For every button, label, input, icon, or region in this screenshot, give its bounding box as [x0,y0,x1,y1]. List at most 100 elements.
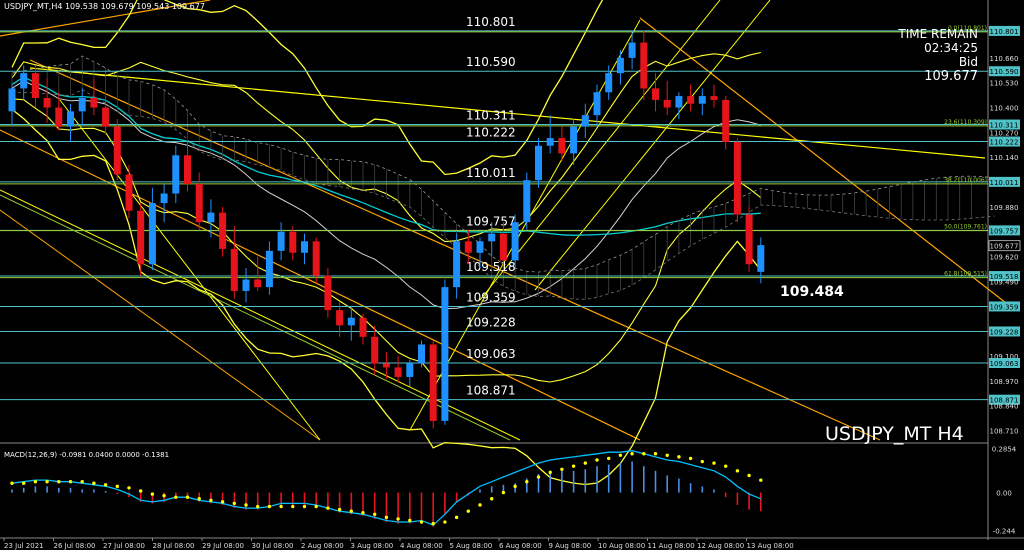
time-axis-label: 9 Aug 08:00 [549,542,592,550]
candle-bull [698,96,706,104]
candle-bull [616,57,624,74]
candle-bull [242,279,250,291]
candle-bull [8,88,16,112]
macd-signal-dot [314,504,318,509]
candle-bear [254,279,262,288]
macd-signal-dot [127,486,131,490]
macd-signal-dot [45,479,49,484]
time-axis-label: 3 Aug 08:00 [351,542,394,550]
level-label: 110.590 [466,55,516,69]
axis-tick-label: 110.400 [990,105,1019,113]
macd-signal-dot [454,515,459,520]
candle-bear [230,248,238,291]
bid-value: 109.677 [924,69,978,84]
level-label: 109.757 [466,214,516,228]
macd-signal-dot [478,503,482,507]
bid-label: Bid [959,55,978,69]
chart-watermark: USDJPY_MT H4 [825,423,964,445]
candle-bear [733,141,741,215]
candle-bull [148,203,156,265]
candle-bull [570,126,578,154]
candle-bear [102,107,110,127]
candle-bear [324,275,332,311]
fib-label: 50.0(109.761) [944,224,987,231]
macd-signal-dot [630,452,634,456]
macd-signal-dot [68,479,73,484]
candle-bear [663,99,671,108]
fib-label: 38.2(110.006) [944,177,987,184]
macd-signal-dot [209,498,213,503]
macd-signal-dot [291,504,295,509]
macd-signal-dot [22,481,26,485]
macd-signal-dot [139,489,143,493]
macd-signal-dot [607,456,611,461]
axis-tick-label: 110.270 [990,129,1019,137]
macd-signal-dot [92,481,96,485]
candle-bear [195,183,203,223]
axis-tick-label: 110.311 [990,122,1019,130]
candle-bull [207,212,215,223]
macd-signal-dot [677,455,681,459]
candle-bear [652,88,659,100]
macd-signal-dot [57,479,61,484]
macd-signal-dot [688,456,693,461]
axis-tick-label: 110.140 [990,154,1019,162]
macd-signal-dot [373,512,377,516]
macd-axis-label: 0.2854 [992,445,1017,453]
macd-signal-dot [302,504,307,509]
macd-signal-dot [244,503,248,507]
macd-signal-dot [279,504,283,509]
trend-line-down-3 [0,209,321,441]
candle-bull [453,241,461,288]
level-label: 110.801 [466,15,516,29]
candle-bear [336,310,344,326]
candle-bear [745,214,753,265]
macd-signal-dot [162,493,166,498]
band-upper-outer [11,0,604,176]
level-label: 110.011 [466,166,516,180]
candle-bull [593,92,601,116]
macd-signal-dot [759,478,763,482]
macd-signal-dot [408,518,412,523]
time-axis-label: 6 Aug 08:00 [499,542,542,550]
trend-line-down-1 [0,129,641,441]
candle-bull [605,73,613,93]
price-chart[interactable]: 110.801 110.590 110.311 110.222 110.011 109.7… [0,0,1024,550]
candle-bear [558,138,566,154]
macd-signal-dot [548,470,552,475]
level-label: 110.311 [466,109,516,123]
candle-bear [371,336,379,364]
macd-signal-dot [560,467,564,471]
level-label: 109.518 [466,260,516,274]
candle-bull [628,42,636,58]
macd-signal-dot [396,517,400,521]
candle-bear [687,96,695,104]
candle-bear [359,317,367,337]
macd-signal-dot [443,520,447,524]
macd-signal-dot [361,511,365,515]
candle-bear [219,212,227,249]
macd-signal-dot [115,484,120,489]
time-axis-label: 30 Jul 08:00 [252,542,294,550]
axis-tick-label: 109.359 [990,303,1019,311]
macd-signal-dot [337,507,342,512]
macd-signal-dot [419,520,424,524]
candle-bear [125,174,133,211]
candle-bull [511,222,519,261]
macd-signal-dot [232,501,236,506]
candle-bull [347,317,355,326]
axis-tick-label: 110.801 [990,28,1019,36]
time-axis-label: 13 Aug 08:00 [747,542,794,550]
fib-label: 61.8(109.515) [944,271,987,278]
candle-bull [160,193,168,204]
candle-bull [418,344,425,364]
time-axis-label: 4 Aug 08:00 [400,542,443,550]
candle-bear [429,344,437,421]
macd-signal-dot [642,452,646,456]
macd-signal-dot [525,479,529,484]
candle-bull [172,155,180,194]
candle-bull [581,115,589,127]
macd-signal-dot [513,484,517,489]
macd-signal-dot [33,479,38,484]
axis-tick-label: 109.677 [990,243,1019,251]
